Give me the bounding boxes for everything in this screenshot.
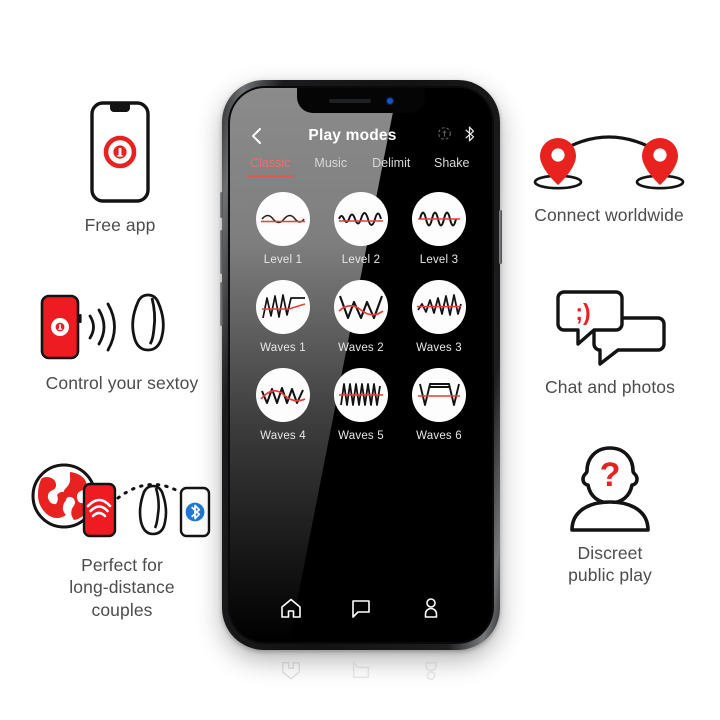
volume-up-button[interactable] bbox=[220, 230, 223, 274]
chevron-left-icon[interactable] bbox=[246, 125, 268, 147]
feature-free-app: Free app bbox=[34, 100, 206, 236]
waveform-rounded-zigzag-icon bbox=[256, 368, 310, 422]
feature-caption: Control your sextoy bbox=[45, 373, 199, 393]
globe-phone-toy-bluetooth-icon bbox=[26, 458, 218, 544]
feature-caption: Connect worldwide bbox=[534, 205, 684, 225]
question-mark-text: ? bbox=[600, 456, 621, 494]
phone-bezel: Play modes Classic Music Delimit Shake L… bbox=[228, 86, 494, 644]
chat-icon-reflection bbox=[350, 660, 372, 682]
feature-discreet-play: ? Discreet public play bbox=[522, 444, 698, 587]
person-question-mark-icon: ? bbox=[558, 444, 662, 532]
emoticon-text: ;) bbox=[575, 299, 590, 325]
mode-label: Waves 1 bbox=[260, 342, 306, 354]
waveform-dense-triangle-wave-icon bbox=[334, 368, 388, 422]
feature-chat-photos: ;) Chat and photos bbox=[524, 288, 696, 398]
feature-long-distance: Perfect for long-distance couples bbox=[18, 458, 226, 621]
page-title: Play modes bbox=[308, 127, 397, 144]
tab-classic[interactable]: Classic bbox=[240, 156, 301, 177]
waveform-trapezoid-step-icon bbox=[412, 368, 466, 422]
mode-tabs: Classic Music Delimit Shake bbox=[230, 156, 492, 184]
home-icon-reflection bbox=[280, 660, 302, 682]
two-map-pins-arc-icon bbox=[526, 132, 692, 194]
mode-item[interactable]: Waves 6 bbox=[412, 368, 466, 442]
tab-shake[interactable]: Shake bbox=[422, 156, 483, 177]
feature-connect-worldwide: Connect worldwide bbox=[512, 132, 706, 226]
header-actions bbox=[437, 126, 476, 147]
power-button[interactable] bbox=[499, 210, 502, 264]
reflection-nav-icons bbox=[222, 654, 500, 688]
phone-screen: Play modes Classic Music Delimit Shake L… bbox=[230, 88, 492, 642]
mode-item[interactable]: Waves 3 bbox=[412, 280, 466, 354]
mode-label: Waves 3 bbox=[416, 342, 462, 354]
feature-caption: Chat and photos bbox=[545, 377, 675, 397]
bottom-navigation bbox=[230, 588, 492, 628]
phone-mockup: Play modes Classic Music Delimit Shake L… bbox=[220, 80, 502, 650]
volume-down-button[interactable] bbox=[220, 282, 223, 326]
mode-label: Waves 2 bbox=[338, 342, 384, 354]
waveform-ascending-zigzag-icon bbox=[412, 280, 466, 334]
feature-caption: Discreet public play bbox=[568, 543, 652, 586]
phone-reflection bbox=[222, 650, 500, 718]
phone-connects-to-toy-icon bbox=[34, 292, 210, 362]
mode-item[interactable]: Waves 2 bbox=[334, 280, 388, 354]
waveform-sine-medium-amplitude-icon bbox=[334, 192, 388, 246]
target-icon[interactable] bbox=[437, 126, 452, 146]
promo-page: Free app Control your sextoy Perfect for… bbox=[0, 0, 720, 720]
profile-icon[interactable] bbox=[419, 596, 443, 620]
profile-icon-reflection bbox=[420, 660, 442, 682]
waveform-ramp-then-plateau-icon bbox=[256, 280, 310, 334]
speech-bubbles-emoticon-icon: ;) bbox=[550, 288, 670, 366]
feature-control-sextoy: Control your sextoy bbox=[26, 292, 218, 394]
mode-label: Waves 6 bbox=[416, 430, 462, 442]
mode-label: Level 2 bbox=[341, 254, 381, 266]
earpiece-speaker-icon bbox=[329, 98, 371, 103]
mode-label: Waves 5 bbox=[338, 430, 384, 442]
silent-switch[interactable] bbox=[220, 192, 223, 218]
mode-item[interactable]: Waves 5 bbox=[334, 368, 388, 442]
waveform-sine-high-amplitude-icon bbox=[412, 192, 466, 246]
feature-caption: Free app bbox=[84, 215, 156, 235]
phone-with-app-logo-icon bbox=[89, 100, 151, 204]
tab-delimit[interactable]: Delimit bbox=[361, 156, 422, 177]
mode-label: Waves 4 bbox=[260, 430, 306, 442]
mode-item[interactable]: Waves 1 bbox=[256, 280, 310, 354]
front-camera-icon bbox=[387, 97, 393, 104]
mode-item[interactable]: Level 2 bbox=[334, 192, 388, 266]
waveform-zigzag-wide-peaks-icon bbox=[334, 280, 388, 334]
phone-notch bbox=[297, 88, 425, 113]
mode-label: Level 3 bbox=[419, 254, 459, 266]
app-header: Play modes bbox=[230, 118, 492, 154]
bluetooth-icon[interactable] bbox=[463, 126, 476, 147]
mode-item[interactable]: Level 1 bbox=[256, 192, 310, 266]
feature-caption: Perfect for long-distance couples bbox=[69, 555, 175, 620]
tab-music[interactable]: Music bbox=[301, 156, 362, 177]
mode-label: Level 1 bbox=[263, 254, 303, 266]
waveform-sine-low-amplitude-icon bbox=[256, 192, 310, 246]
play-modes-grid: Level 1 Level 2 Level 3 Waves 1 Waves 2 … bbox=[230, 192, 492, 442]
chat-icon[interactable] bbox=[349, 596, 373, 620]
home-icon[interactable] bbox=[279, 596, 303, 620]
mode-item[interactable]: Waves 4 bbox=[256, 368, 310, 442]
mode-item[interactable]: Level 3 bbox=[412, 192, 466, 266]
